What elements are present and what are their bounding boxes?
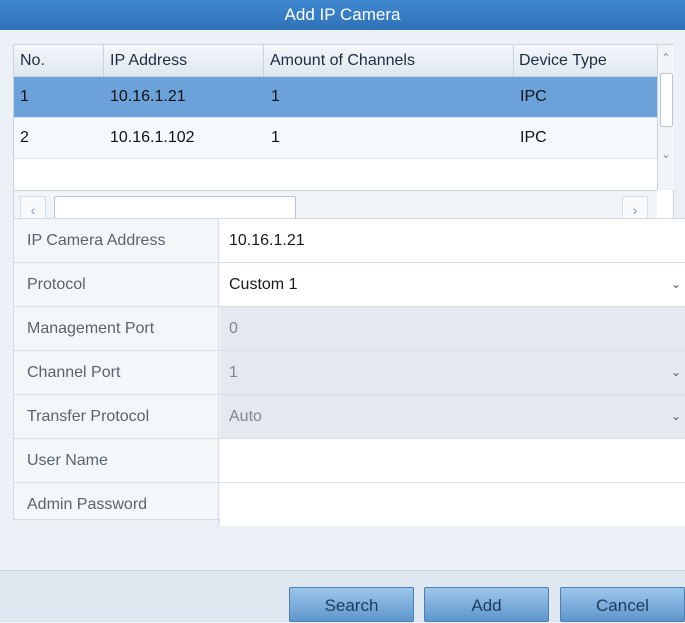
vertical-scroll-thumb[interactable] [660,73,673,127]
cell-no: 1 [20,88,29,105]
chevron-down-icon[interactable]: ⌄ [670,395,682,438]
vertical-scrollbar[interactable]: ⌃ ⌄ [657,45,674,190]
transfer-protocol-select[interactable]: Auto ⌄ [220,395,685,438]
search-button[interactable]: Search [289,587,414,622]
channel-port-select[interactable]: 1 ⌄ [220,351,685,394]
cell-device-type: IPC [520,88,547,105]
camera-settings-form: IP Camera Address 10.16.1.21 Protocol Cu… [13,218,685,526]
cell-no: 2 [20,129,29,146]
cell-channels: 1 [271,129,280,146]
field-label: Protocol [14,263,219,306]
column-header-device-type[interactable]: Device Type [514,45,657,76]
form-row-user-name: User Name [14,439,685,483]
form-row-management-port: Management Port 0 [14,307,685,351]
chevron-down-icon[interactable]: ⌄ [670,263,682,306]
column-header-no[interactable]: No. [14,45,104,76]
admin-password-input[interactable] [220,483,685,526]
protocol-select[interactable]: Custom 1 ⌄ [220,263,685,306]
field-label: User Name [14,439,219,482]
device-table: No. IP Address Amount of Channels Device… [13,44,674,246]
channel-port-value: 1 [229,364,238,381]
field-label: Channel Port [14,351,219,394]
button-bar: Search Add Cancel [0,570,685,622]
field-label: IP Camera Address [14,219,219,262]
table-row[interactable]: 2 10.16.1.102 1 IPC [14,118,657,159]
table-header: No. IP Address Amount of Channels Device… [14,45,657,77]
form-row-channel-port: Channel Port 1 ⌄ [14,351,685,395]
cell-channels: 1 [271,88,280,105]
chevron-down-icon[interactable]: ⌄ [670,351,682,394]
form-row-ip-camera-address: IP Camera Address 10.16.1.21 [14,219,685,263]
cell-ip-address: 10.16.1.102 [110,129,195,146]
chevron-up-icon[interactable]: ⌃ [658,45,674,71]
table-row[interactable]: 1 10.16.1.21 1 IPC [14,77,657,118]
form-row-transfer-protocol: Transfer Protocol Auto ⌄ [14,395,685,439]
user-name-input[interactable] [220,439,685,482]
cell-ip-address: 10.16.1.21 [110,88,186,105]
form-row-protocol: Protocol Custom 1 ⌄ [14,263,685,307]
ip-camera-address-input[interactable]: 10.16.1.21 [220,219,685,262]
column-header-amount-of-channels[interactable]: Amount of Channels [264,45,514,76]
protocol-value: Custom 1 [229,276,298,293]
field-label: Management Port [14,307,219,350]
cancel-button[interactable]: Cancel [560,587,685,622]
field-label: Transfer Protocol [14,395,219,438]
field-label: Admin Password [14,483,219,526]
column-header-ip-address[interactable]: IP Address [104,45,264,76]
management-port-input: 0 [220,307,685,350]
chevron-down-icon[interactable]: ⌄ [658,141,674,167]
transfer-protocol-value: Auto [229,408,262,425]
add-button[interactable]: Add [424,587,549,622]
cell-device-type: IPC [520,129,547,146]
add-ip-camera-dialog: No. IP Address Amount of Channels Device… [0,30,685,622]
dialog-title: Add IP Camera [0,0,685,30]
form-row-admin-password: Admin Password [14,483,685,526]
